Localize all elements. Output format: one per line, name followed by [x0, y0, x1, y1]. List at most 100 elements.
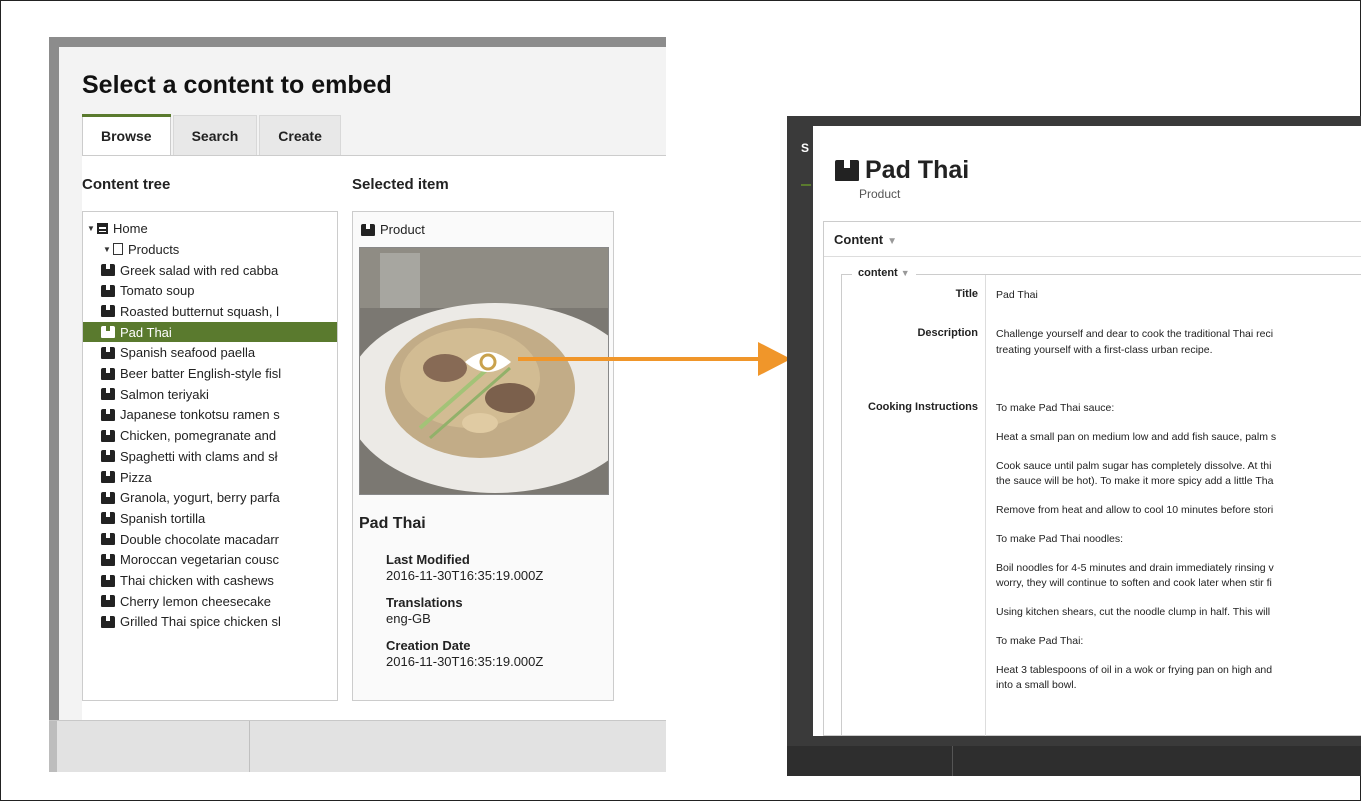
embed-dialog-backdrop: Select a content to embed Browse Search … [49, 37, 666, 772]
preview-subtitle: Product [859, 187, 901, 201]
tree-item[interactable]: Cherry lemon cheesecake [101, 591, 271, 611]
preview-title: Pad Thai [835, 156, 969, 185]
cooking-instruction-line: To make Pad Thai: [996, 635, 1084, 647]
tree-item-label: Thai chicken with cashews [120, 573, 274, 588]
box-icon [101, 367, 115, 380]
field-value-title: Pad Thai [996, 289, 1038, 301]
cooking-instruction-line: worry, they will continue to soften and … [996, 577, 1272, 589]
tree-item-label: Chicken, pomegranate and [120, 428, 277, 444]
chevron-down-icon: ▼ [887, 236, 898, 247]
tree-item-label: Spaghetti with clams and sł [120, 448, 278, 464]
box-icon [361, 223, 375, 236]
home-icon [97, 222, 108, 234]
embed-dialog: Select a content to embed Browse Search … [59, 47, 666, 720]
content-type-label: Product [380, 222, 425, 237]
meta-creation-date: Creation Date 2016-11-30T16:35:19.000Z [386, 638, 543, 670]
tree-item[interactable]: Granola, yogurt, berry parfa [101, 488, 280, 508]
content-preview: Pad Thai Product Content ▼ content ▼ Title… [813, 126, 1361, 736]
tree-item[interactable]: Spaghetti with clams and sł [101, 446, 278, 466]
tree-item[interactable]: Roasted butternut squash, l [101, 301, 279, 321]
dialog-footer [49, 720, 666, 772]
tab-create[interactable]: Create [259, 115, 341, 156]
meta-last-modified: Last Modified 2016-11-30T16:35:19.000Z [386, 552, 543, 584]
expand-triangle-icon[interactable]: ▼ [87, 224, 97, 233]
footer-divider [249, 721, 250, 772]
content-preview-backdrop: S Pad Thai Product Content ▼ content ▼ Tit… [787, 116, 1361, 776]
content-tab-toggle[interactable]: Content ▼ [824, 222, 1361, 257]
tree-item-label: Tomato soup [120, 283, 195, 299]
box-icon [101, 553, 115, 566]
box-icon [101, 471, 115, 483]
tree-item-label: Pizza [120, 469, 152, 485]
content-tree-heading: Content tree [82, 176, 171, 193]
meta-value: 2016-11-30T16:35:19.000Z [386, 654, 544, 669]
cooking-instruction-line: Using kitchen shears, cut the noodle clu… [996, 606, 1271, 618]
background-edge-accent [801, 184, 811, 186]
meta-label: Translations [386, 595, 463, 610]
box-icon [101, 284, 115, 297]
content-fieldset: content ▼ Title Pad Thai Description Chal… [841, 267, 1361, 736]
tree-item[interactable]: Salmon teriyaki [101, 384, 209, 404]
arrow-icon [518, 342, 791, 376]
tree-item[interactable]: Grilled Thai spice chicken sl [101, 612, 281, 632]
box-icon [101, 491, 115, 504]
tree-item-label: Double chocolate macadarr [120, 531, 279, 547]
tree-item[interactable]: Spanish tortilla [101, 508, 205, 528]
box-icon [101, 615, 115, 628]
field-label-title: Title [955, 288, 978, 300]
tree-item[interactable]: Pizza [101, 467, 152, 487]
tree-item[interactable]: Japanese tonkotsu ramen s [101, 405, 280, 425]
box-icon [101, 574, 115, 587]
cooking-instruction-line: the sauce will be hot). To make it more … [996, 475, 1274, 487]
tree-item-label: Moroccan vegetarian cousc [120, 552, 279, 568]
content-tab-label: Content [834, 232, 884, 247]
box-icon [101, 512, 115, 525]
box-icon [101, 326, 115, 339]
tree-node-home[interactable]: ▼ Home [87, 218, 148, 238]
preview-footer [787, 746, 1361, 776]
footer-divider [952, 746, 953, 776]
tree-item-label: Grilled Thai spice chicken sl [120, 614, 281, 630]
meta-value: eng-GB [386, 611, 431, 626]
cooking-instruction-line: into a small bowl. [996, 679, 1077, 691]
tree-item[interactable]: Thai chicken with cashews [101, 571, 274, 591]
background-edge-letter: S [801, 141, 810, 155]
expand-triangle-icon[interactable]: ▼ [103, 245, 113, 254]
content-section: Content ▼ content ▼ Title Pad Thai Descrip… [823, 221, 1361, 736]
tree-item[interactable]: Chicken, pomegranate and [101, 426, 276, 446]
tab-search[interactable]: Search [172, 115, 258, 156]
tree-item[interactable]: Moroccan vegetarian cousc [101, 550, 279, 570]
tree-item[interactable]: Double chocolate macadarr [101, 529, 279, 549]
tree-item[interactable]: Tomato soup [101, 281, 194, 301]
eye-icon[interactable] [463, 348, 513, 376]
tree-node-products[interactable]: ▼ Products [103, 239, 179, 259]
cooking-instruction-line: To make Pad Thai noodles: [996, 533, 1124, 545]
tree-item[interactable]: Beer batter English-style fisl [101, 364, 281, 384]
field-label-cooking-instructions: Cooking Instructions [868, 401, 978, 413]
chevron-down-icon: ▼ [900, 268, 910, 278]
tree-item[interactable]: Greek salad with red cabba [101, 260, 278, 280]
column-divider [985, 275, 986, 736]
tree-item-label: Cherry lemon cheesecake [120, 593, 272, 609]
selected-item-name: Pad Thai [359, 515, 426, 532]
dialog-title: Select a content to embed [82, 71, 392, 99]
meta-label: Creation Date [386, 638, 471, 653]
tree-item-selected[interactable]: Pad Thai [83, 322, 337, 343]
tree-item-label: Beer batter English-style fisl [120, 366, 282, 381]
tree-item-label: Spanish tortilla [120, 510, 206, 526]
cooking-instruction-line: Heat 3 tablespoons of oil in a wok or fr… [996, 664, 1273, 676]
box-icon [101, 305, 115, 318]
selected-item-heading: Selected item [352, 176, 449, 193]
folder-icon [113, 243, 123, 255]
box-icon [101, 408, 115, 421]
tree-item[interactable]: Spanish seafood paella [101, 343, 255, 363]
field-value-description-line: treating yourself with a first-class urb… [996, 344, 1213, 356]
fieldset-legend[interactable]: content ▼ [852, 267, 916, 279]
content-tree: ▼ Home ▼ Products Greek salad with red c… [82, 211, 338, 701]
cooking-instruction-line: Boil noodles for 4-5 minutes and drain i… [996, 562, 1274, 574]
tree-item-label: Spanish seafood paella [120, 345, 256, 361]
field-value-description-line: Challenge yourself and dear to cook the … [996, 328, 1274, 340]
preview-title-text: Pad Thai [865, 156, 970, 184]
tab-browse[interactable]: Browse [82, 114, 171, 156]
tab-bar: Browse Search Create [82, 114, 343, 156]
